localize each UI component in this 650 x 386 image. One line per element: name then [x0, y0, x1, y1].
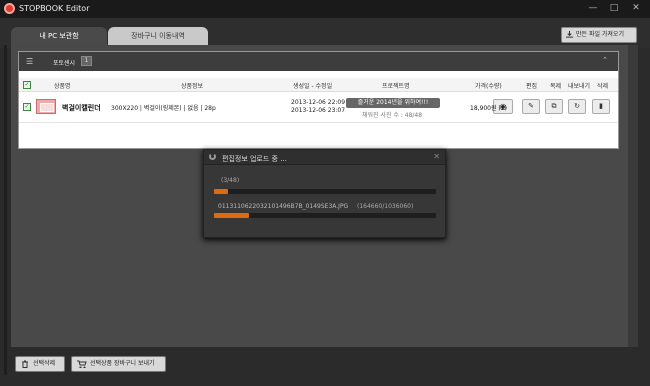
duplicate-button[interactable]: ⧉ [545, 99, 563, 114]
total-progress-fill [214, 189, 228, 194]
title-bar: STOPBOOK Editor — □ ✕ [0, 0, 650, 18]
select-all-checkbox[interactable]: ✓ [23, 81, 31, 89]
header-export: 내보내기 [568, 83, 591, 90]
send-to-cart-label: 선택상품 장바구니 보내기 [90, 360, 155, 367]
header-price: 가격(수량) [475, 83, 502, 90]
tab-cart-history[interactable]: 장바구니 이동내역 [108, 27, 208, 45]
header-delete: 삭제 [597, 83, 609, 90]
product-name: 벽걸이캘린더 [62, 104, 101, 112]
project-name: 즐거운 2014년을 위하여!!! [346, 98, 440, 108]
total-progress-bar [214, 189, 436, 194]
product-thumbnail [36, 99, 56, 114]
delete-button[interactable]: ▮ [592, 99, 610, 114]
import-files-label: 만든 파일 가져오기 [576, 31, 624, 38]
project-list-panel: ☰ 포토센시 1 ⌃ ✓ 상품명 상품정보 생성일 - 수정일 프로젝트명 가격… [18, 51, 619, 149]
category-dropdown-label[interactable]: 포토센시 [53, 58, 75, 67]
header-duplicate: 복제 [550, 83, 562, 90]
download-icon [566, 31, 573, 38]
app-title: STOPBOOK Editor [19, 4, 90, 13]
list-view-icon[interactable]: ☰ [26, 57, 33, 66]
header-project-name: 프로젝트명 [382, 83, 410, 90]
app-logo-icon [4, 3, 15, 14]
dialog-close-icon[interactable]: ✕ [433, 152, 440, 161]
panel-toolbar: ☰ 포토센시 1 ⌃ [19, 52, 618, 71]
header-edit: 편집 [526, 83, 538, 90]
dialog-header: 편집정보 업로드 중 ... ✕ [204, 150, 445, 165]
header-dates: 생성일 - 수정일 [293, 83, 333, 90]
left-edge [4, 45, 7, 375]
file-progress-fill [214, 213, 250, 218]
dates-cell: 2013-12-06 22:09 2013-12-06 23:07 [291, 99, 345, 115]
category-dropdown[interactable]: 1 [81, 56, 92, 66]
maximize-button[interactable]: □ [605, 1, 623, 15]
created-date: 2013-12-06 22:09 [291, 99, 346, 106]
export-button[interactable]: ↻ [568, 99, 586, 114]
delete-selected-label: 선택삭제 [33, 360, 56, 367]
product-info: 300X220 | 벽걸이(링제본) | 없음 | 28p [111, 105, 216, 112]
edit-button[interactable]: ✎ [522, 99, 540, 114]
collapse-icon[interactable]: ⌃ [602, 56, 608, 64]
delete-selected-button[interactable]: 선택삭제 [15, 356, 65, 372]
current-file-name: 0113110622032101496B7B_0149SE3A.JPG [218, 203, 349, 210]
trash-icon [22, 360, 28, 368]
table-header: ✓ 상품명 상품정보 생성일 - 수정일 프로젝트명 가격(수량) 편집 복제 … [19, 78, 618, 92]
duplicate-icon: ⧉ [551, 102, 557, 110]
price: 18,900원 (1) [470, 105, 507, 112]
file-progress-bar [214, 213, 436, 218]
edit-icon: ✎ [528, 102, 534, 110]
close-button[interactable]: ✕ [627, 1, 645, 15]
current-file-bytes: (164660/1036060) [357, 203, 414, 210]
spinner-icon [209, 153, 216, 160]
send-to-cart-button[interactable]: 선택상품 장바구니 보내기 [71, 356, 166, 372]
tab-my-pc-storage[interactable]: 내 PC 보관함 [11, 27, 107, 45]
export-icon: ↻ [574, 102, 580, 110]
minimize-button[interactable]: — [584, 1, 602, 15]
photo-count: 채워진 사진 수 : 48/48 [362, 112, 423, 119]
header-product-info: 상품정보 [181, 83, 204, 90]
cart-icon [77, 360, 87, 368]
trash-icon: ▮ [599, 102, 603, 110]
upload-progress-dialog: 편집정보 업로드 중 ... ✕ (3/48) 0113110622032101… [203, 149, 446, 238]
header-product-name: 상품명 [54, 83, 71, 90]
dialog-title: 편집정보 업로드 중 ... [222, 155, 287, 163]
import-files-button[interactable]: 만든 파일 가져오기 [561, 27, 637, 43]
table-row[interactable]: ✓ 벽걸이캘린더 300X220 | 벽걸이(링제본) | 없음 | 28p 2… [19, 93, 618, 123]
scrollbar[interactable] [628, 45, 638, 347]
upload-count: (3/48) [221, 177, 240, 184]
modified-date: 2013-12-06 23:07 [291, 107, 346, 114]
row-checkbox[interactable]: ✓ [23, 103, 31, 111]
